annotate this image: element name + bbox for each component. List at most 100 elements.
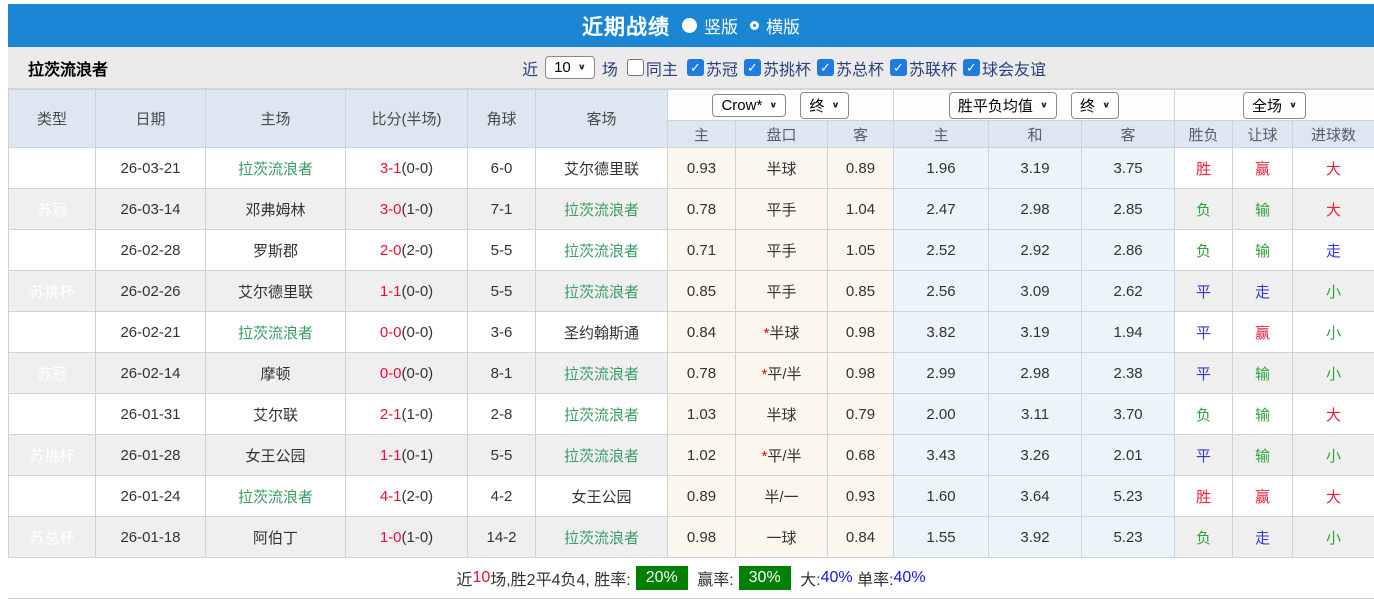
league-badge: 苏冠 [9, 230, 96, 271]
checkbox-checked-icon[interactable]: ✓ [817, 59, 834, 76]
sub-header-avg-away: 客 [1082, 121, 1175, 148]
goals-result: 大 [1293, 476, 1374, 517]
view-option-horizontal[interactable]: 横版 [750, 13, 800, 38]
checkbox-checked-icon[interactable]: ✓ [744, 59, 761, 76]
full-time-score: 4-1 [380, 488, 402, 505]
chevron-down-icon: ∨ [1040, 100, 1048, 109]
crow-home-odds: 0.71 [668, 230, 736, 271]
competition-checkbox[interactable]: ✓苏总杯 [811, 56, 884, 80]
away-team-name: 圣约翰斯通 [564, 325, 639, 342]
goals-result: 小 [1293, 353, 1374, 394]
summary-text: 场,胜2平4负4, 胜率: [490, 566, 630, 590]
avg-draw-odds: 2.92 [989, 230, 1082, 271]
col-header-home: 主场 [206, 90, 346, 148]
handicap-result: 输 [1233, 353, 1293, 394]
home-team: 艾尔联 [206, 394, 346, 435]
corners-cell: 5-5 [468, 230, 536, 271]
corners-cell: 7-1 [468, 189, 536, 230]
bookmaker-stage-select[interactable]: 终 ∨ [800, 92, 848, 119]
match-date: 26-01-18 [96, 517, 206, 558]
handicap-value: 半球 [769, 325, 799, 342]
bookmaker-select[interactable]: Crow* ∨ [712, 94, 786, 117]
avg-away-odds: 5.23 [1082, 476, 1175, 517]
wdl-result: 平 [1175, 312, 1233, 353]
league-badge: 苏冠 [9, 189, 96, 230]
same-home-checkbox[interactable]: 同主 [621, 56, 678, 80]
half-time-score: (1-0) [402, 201, 434, 218]
crow-away-odds: 0.98 [828, 353, 894, 394]
summary-count: 10 [472, 569, 490, 587]
competition-checkbox[interactable]: ✓苏冠 [681, 56, 738, 80]
checkbox-unchecked-icon[interactable] [627, 59, 644, 76]
avg-home-odds: 2.52 [894, 230, 989, 271]
goals-result: 大 [1293, 148, 1374, 189]
table-row: 苏冠26-03-14邓弗姆林3-0(1-0)7-1拉茨流浪者0.78平手1.04… [9, 189, 1374, 230]
league-badge: 苏冠 [9, 312, 96, 353]
avg-home-odds: 1.55 [894, 517, 989, 558]
filter-controls: 近 10 ∨ 场 同主 ✓苏冠✓苏挑杯✓苏总杯✓苏联杯✓球会友谊 [522, 56, 1046, 80]
checkbox-checked-icon[interactable]: ✓ [687, 59, 704, 76]
away-team: 圣约翰斯通 [536, 312, 668, 353]
sub-header-handicap-result: 让球 [1233, 121, 1293, 148]
avg-home-odds: 1.60 [894, 476, 989, 517]
competition-checkbox[interactable]: ✓苏挑杯 [738, 56, 811, 80]
full-time-score: 1-0 [380, 529, 402, 546]
half-time-score: (0-0) [402, 283, 434, 300]
home-team: 罗斯郡 [206, 230, 346, 271]
match-date: 26-02-28 [96, 230, 206, 271]
checkbox-checked-icon[interactable]: ✓ [890, 59, 907, 76]
col-header-corners: 角球 [468, 90, 536, 148]
odds-type-select[interactable]: 胜平负均值 ∨ [949, 92, 1057, 119]
goals-result: 大 [1293, 394, 1374, 435]
wdl-result: 负 [1175, 189, 1233, 230]
score-cell: 1-0(1-0) [346, 517, 468, 558]
odds-stage-select[interactable]: 终 ∨ [1071, 92, 1119, 119]
handicap-cell: *平/半 [736, 353, 828, 394]
crow-away-odds: 0.68 [828, 435, 894, 476]
match-date: 26-01-28 [96, 435, 206, 476]
half-time-score: (1-0) [402, 529, 434, 546]
team-name: 拉茨流浪者 [28, 56, 108, 80]
filter-bar: 拉茨流浪者 近 10 ∨ 场 同主 ✓苏冠✓苏挑杯✓苏总杯✓苏联杯✓球会友谊 [8, 47, 1374, 89]
radio-unselected-icon[interactable] [750, 21, 759, 30]
wdl-result: 平 [1175, 271, 1233, 312]
avg-draw-odds: 3.64 [989, 476, 1082, 517]
scope-select[interactable]: 全场 ∨ [1243, 92, 1306, 119]
home-team-name: 拉茨流浪者 [238, 161, 313, 178]
corners-cell: 14-2 [468, 517, 536, 558]
crow-away-odds: 0.84 [828, 517, 894, 558]
home-team-name: 罗斯郡 [253, 243, 298, 260]
avg-away-odds: 2.86 [1082, 230, 1175, 271]
checkbox-checked-icon[interactable]: ✓ [963, 59, 980, 76]
away-team-name: 拉茨流浪者 [564, 284, 639, 301]
competition-checkbox[interactable]: ✓苏联杯 [884, 56, 957, 80]
avg-home-odds: 2.99 [894, 353, 989, 394]
handicap-value: 平/半 [767, 366, 801, 383]
sub-header-wdl: 胜负 [1175, 121, 1233, 148]
crow-away-odds: 1.04 [828, 189, 894, 230]
avg-home-odds: 2.56 [894, 271, 989, 312]
crow-home-odds: 1.02 [668, 435, 736, 476]
corners-cell: 8-1 [468, 353, 536, 394]
crow-away-odds: 1.05 [828, 230, 894, 271]
odds-type-value: 胜平负均值 [958, 95, 1033, 116]
handicap-result: 赢 [1233, 476, 1293, 517]
view-option-vertical[interactable]: 竖版 [682, 13, 738, 38]
radio-selected-icon[interactable] [682, 18, 697, 33]
crow-home-odds: 0.98 [668, 517, 736, 558]
avg-home-odds: 3.82 [894, 312, 989, 353]
match-date: 26-03-21 [96, 148, 206, 189]
sub-header-goals: 进球数 [1293, 121, 1374, 148]
crow-away-odds: 0.93 [828, 476, 894, 517]
col-header-type: 类型 [9, 90, 96, 148]
results-tbody: 苏冠26-03-21拉茨流浪者3-1(0-0)6-0艾尔德里联0.93半球0.8… [9, 148, 1374, 558]
crow-home-odds: 0.85 [668, 271, 736, 312]
competition-label: 苏总杯 [836, 56, 884, 80]
avg-away-odds: 2.38 [1082, 353, 1175, 394]
recent-count-select[interactable]: 10 ∨ [545, 56, 595, 79]
home-team: 摩顿 [206, 353, 346, 394]
competition-checkbox[interactable]: ✓球会友谊 [957, 56, 1046, 80]
competition-label: 球会友谊 [982, 56, 1046, 80]
crow-away-odds: 0.98 [828, 312, 894, 353]
table-row: 苏冠26-03-21拉茨流浪者3-1(0-0)6-0艾尔德里联0.93半球0.8… [9, 148, 1374, 189]
